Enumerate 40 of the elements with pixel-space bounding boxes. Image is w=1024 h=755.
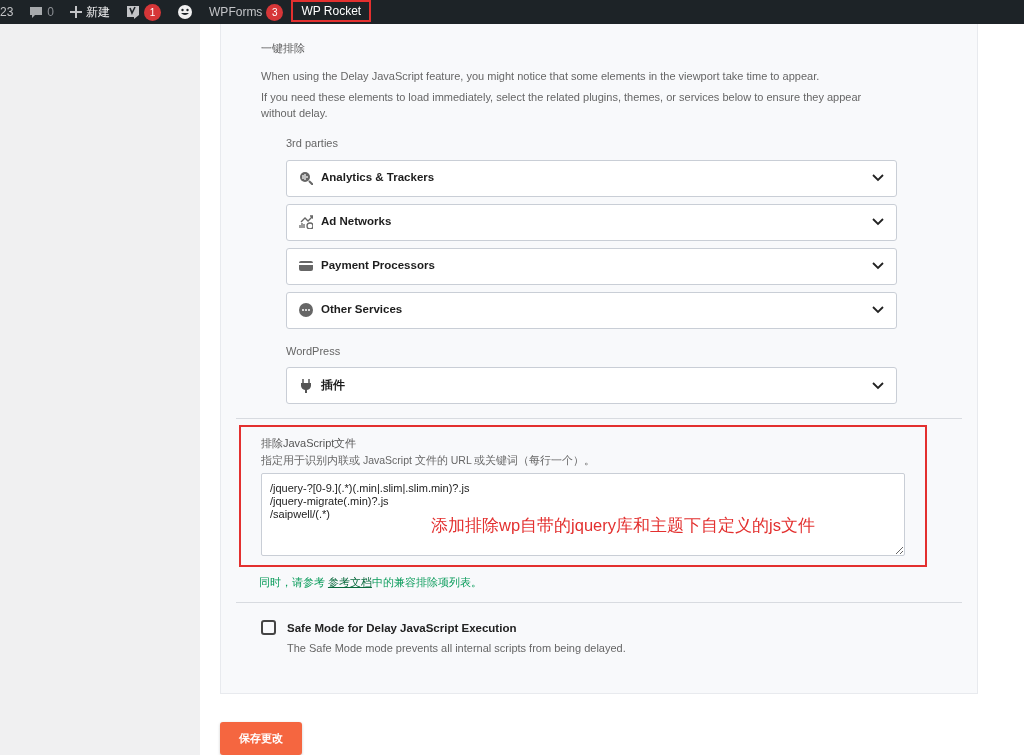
smiley-icon [177, 4, 194, 20]
seo-link[interactable]: 1 [118, 0, 170, 24]
chevron-down-icon [872, 218, 884, 226]
wpforms-link[interactable]: WPForms 3 [201, 0, 292, 24]
docs-link[interactable]: 参考文档 [327, 575, 372, 588]
accordion-header[interactable]: Other Services [286, 291, 897, 329]
accordion-header[interactable]: Payment Processors [286, 247, 897, 285]
accordion-header[interactable]: 插件 [286, 367, 897, 404]
notification-badge: 1 [144, 3, 162, 21]
section-title: 一键排除 [261, 41, 306, 56]
field-title: 排除JavaScript文件 [261, 436, 358, 451]
count-text: 23 [0, 4, 14, 21]
chart-icon [299, 215, 313, 229]
checkbox[interactable] [261, 620, 276, 636]
comment-icon [29, 5, 44, 19]
accordion-header[interactable]: Analytics & Trackers [286, 159, 897, 197]
chevron-down-icon [872, 174, 884, 182]
new-link[interactable]: 新建 [62, 0, 119, 24]
group-heading: 3rd parties [286, 136, 339, 151]
help-text: 同时，请参考 参考文档中的兼容排除项列表。 [259, 574, 483, 590]
comments-link[interactable]: 0 [21, 0, 63, 24]
plus-icon [70, 6, 83, 18]
notification-badge: 3 [266, 3, 284, 21]
seo-icon [126, 4, 141, 20]
wp-rocket-link[interactable]: WP Rocket [291, 0, 372, 22]
intro-text: When using the Delay JavaScript feature, you might notice that some elements in the viewport take time to appear. [261, 68, 821, 84]
chevron-down-icon [872, 306, 884, 314]
chevron-down-icon [872, 381, 884, 390]
field-description: 指定用于识别内联或 JavaScript 文件的 URL 或关键词（每行一个）。 [261, 452, 597, 468]
option-description: The Safe Mode mode prevents all internal scripts from being delayed. [287, 641, 626, 657]
more-icon [299, 303, 313, 317]
hint-text: If you need these elements to load immediately, select the related plugins, themes, or services below to ensure they appear without delay. [261, 90, 863, 121]
analytics-icon [299, 171, 313, 185]
accordion-header[interactable]: Ad Networks [286, 203, 897, 241]
plug-icon [299, 378, 313, 393]
chevron-down-icon [872, 262, 884, 270]
credit-card-icon [299, 259, 313, 273]
annotation-text: 添加排除wp自带的jquery库和主题下自定义的js文件 [431, 515, 815, 536]
checkbox-label: Safe Mode for Delay JavaScript Execution [287, 621, 518, 637]
group-heading: WordPress [286, 343, 342, 359]
